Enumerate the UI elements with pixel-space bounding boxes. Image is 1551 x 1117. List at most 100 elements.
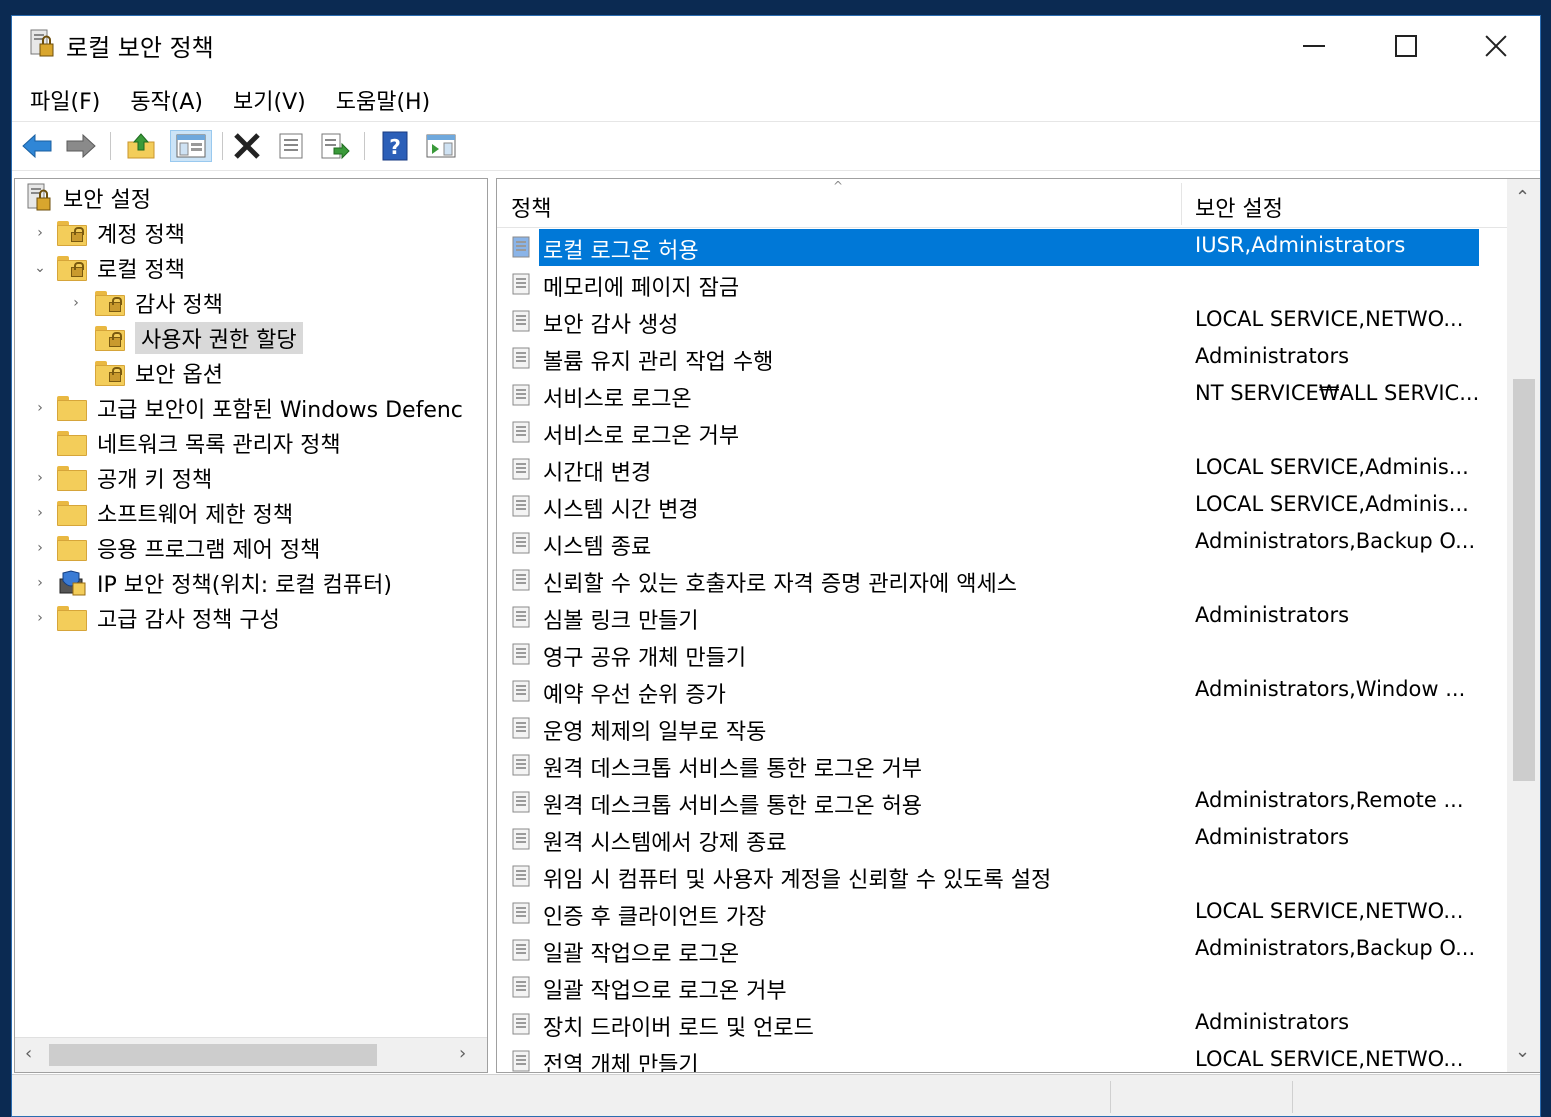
policy-name: 심볼 링크 만들기 bbox=[543, 609, 699, 634]
locked-folder-icon bbox=[57, 220, 87, 246]
scroll-right-icon[interactable]: › bbox=[459, 1043, 466, 1064]
policy-row[interactable]: 일괄 작업으로 로그온 거부 bbox=[497, 969, 1477, 1006]
tree-root-security-settings[interactable]: 보안 설정 bbox=[25, 181, 151, 215]
delete-button[interactable] bbox=[230, 130, 264, 162]
tree-item-label: 소프트웨어 제한 정책 bbox=[97, 503, 294, 528]
tree-horizontal-scrollbar[interactable]: ‹ › bbox=[15, 1037, 487, 1072]
properties-button[interactable] bbox=[274, 130, 308, 162]
policy-row[interactable]: 심볼 링크 만들기 Administrators bbox=[497, 599, 1477, 636]
tree-item-public-key-policies[interactable]: › 공개 키 정책 bbox=[31, 461, 212, 495]
chevron-right-icon[interactable]: › bbox=[31, 468, 49, 488]
policy-row[interactable]: 원격 데스크톱 서비스를 통한 로그온 허용 Administrators,Rem… bbox=[497, 784, 1477, 821]
policy-icon bbox=[512, 495, 530, 517]
policy-icon bbox=[512, 680, 530, 702]
policy-row[interactable]: 볼륨 유지 관리 작업 수행 Administrators bbox=[497, 340, 1477, 377]
close-button[interactable] bbox=[1450, 16, 1540, 76]
policy-row[interactable]: 시스템 시간 변경 LOCAL SERVICE,Adminis... bbox=[497, 488, 1477, 525]
up-one-level-button[interactable] bbox=[124, 130, 158, 162]
policy-row[interactable]: 메모리에 페이지 잠금 bbox=[497, 266, 1477, 303]
chevron-right-icon[interactable]: › bbox=[31, 398, 49, 418]
menu-file[interactable]: 파일(F) bbox=[30, 78, 100, 118]
policy-row[interactable]: 위임 시 컴퓨터 및 사용자 계정을 신뢰할 수 있도록 설정 bbox=[497, 858, 1477, 895]
tree-item-windows-defender-firewall[interactable]: › 고급 보안이 포함된 Windows Defenc bbox=[31, 391, 463, 425]
scrollbar-thumb[interactable] bbox=[1513, 379, 1535, 781]
policy-row[interactable]: 보안 감사 생성 LOCAL SERVICE,NETWO... bbox=[497, 303, 1477, 340]
tree-item-audit-policy[interactable]: › 감사 정책 bbox=[67, 286, 223, 320]
list-vertical-scrollbar[interactable]: ⌃ ⌄ bbox=[1507, 179, 1540, 1072]
close-icon bbox=[1484, 34, 1508, 58]
policy-icon bbox=[512, 828, 530, 850]
status-bar bbox=[12, 1074, 1540, 1116]
policy-row[interactable]: 운영 체제의 일부로 작동 bbox=[497, 710, 1477, 747]
chevron-right-icon[interactable]: › bbox=[31, 573, 49, 593]
folder-icon bbox=[57, 395, 87, 421]
security-policy-app-icon bbox=[30, 29, 54, 57]
back-button[interactable] bbox=[20, 130, 54, 162]
policy-row[interactable]: 예약 우선 순위 증가 Administrators,Window ... bbox=[497, 673, 1477, 710]
policy-row[interactable]: 신뢰할 수 있는 호출자로 자격 증명 관리자에 액세스 bbox=[497, 562, 1477, 599]
scroll-up-icon[interactable]: ⌃ bbox=[1515, 187, 1530, 208]
policy-name: 일괄 작업으로 로그온 bbox=[543, 942, 740, 967]
show-hide-console-tree-button[interactable] bbox=[170, 130, 212, 162]
delete-icon bbox=[234, 133, 260, 159]
chevron-right-icon[interactable]: › bbox=[31, 538, 49, 558]
policy-row[interactable]: 전역 개체 만들기 LOCAL SERVICE,NETWO... bbox=[497, 1043, 1477, 1072]
policy-row[interactable]: 일괄 작업으로 로그온 Administrators,Backup O... bbox=[497, 932, 1477, 969]
scrollbar-thumb[interactable] bbox=[49, 1044, 377, 1066]
forward-button[interactable] bbox=[64, 130, 98, 162]
policy-setting: IUSR,Administrators bbox=[1195, 233, 1406, 257]
console-tree-pane[interactable]: 보안 설정 › 계정 정책 ⌄ 로컬 정책 › 감사 정책 사용자 권한 할당 … bbox=[14, 178, 488, 1073]
policy-row[interactable]: 장치 드라이버 로드 및 언로드 Administrators bbox=[497, 1006, 1477, 1043]
menu-help[interactable]: 도움말(H) bbox=[336, 78, 430, 118]
export-list-button[interactable] bbox=[318, 130, 352, 162]
policy-setting: Administrators bbox=[1195, 1010, 1350, 1034]
column-divider[interactable] bbox=[1181, 183, 1182, 225]
tree-item-user-rights-assignment[interactable]: 사용자 권한 할당 bbox=[95, 321, 303, 355]
column-header-policy[interactable]: 정책 bbox=[511, 191, 551, 223]
chevron-right-icon[interactable]: › bbox=[67, 293, 85, 313]
policy-row[interactable]: 시간대 변경 LOCAL SERVICE,Adminis... bbox=[497, 451, 1477, 488]
menu-view[interactable]: 보기(V) bbox=[233, 78, 306, 118]
policy-row[interactable]: 원격 데스크톱 서비스를 통한 로그온 거부 bbox=[497, 747, 1477, 784]
policy-row[interactable]: 시스템 종료 Administrators,Backup O... bbox=[497, 525, 1477, 562]
chevron-right-icon[interactable]: › bbox=[31, 608, 49, 628]
policy-row[interactable]: 로컬 로그온 허용 IUSR,Administrators bbox=[497, 229, 1479, 266]
tree-item-local-policies[interactable]: ⌄ 로컬 정책 bbox=[31, 251, 185, 285]
tree-item-label: 계정 정책 bbox=[97, 223, 185, 248]
scroll-down-icon[interactable]: ⌄ bbox=[1515, 1041, 1530, 1062]
tree-item-application-control[interactable]: › 응용 프로그램 제어 정책 bbox=[31, 531, 320, 565]
column-header-security-setting[interactable]: 보안 설정 bbox=[1195, 191, 1283, 223]
chevron-down-icon[interactable]: ⌄ bbox=[31, 258, 49, 278]
tree-item-network-list-manager[interactable]: 네트워크 목록 관리자 정책 bbox=[31, 426, 341, 460]
policy-name: 장치 드라이버 로드 및 언로드 bbox=[543, 1016, 814, 1041]
tree-item-software-restriction[interactable]: › 소프트웨어 제한 정책 bbox=[31, 496, 293, 530]
policy-icon bbox=[512, 1050, 530, 1072]
properties-icon bbox=[279, 133, 303, 159]
scroll-left-icon[interactable]: ‹ bbox=[25, 1043, 32, 1064]
policy-name: 일괄 작업으로 로그온 거부 bbox=[543, 979, 787, 1004]
tree-item-label: IP 보안 정책(위치: 로컬 컴퓨터) bbox=[97, 573, 392, 598]
policy-row[interactable]: 원격 시스템에서 강제 종료 Administrators bbox=[497, 821, 1477, 858]
policy-list-pane[interactable]: ^ 정책 보안 설정 로컬 로그온 허용 IUSR,Administrators 메… bbox=[496, 178, 1540, 1073]
chevron-right-icon[interactable]: › bbox=[31, 503, 49, 523]
policy-name: 로컬 로그온 허용 bbox=[543, 239, 699, 264]
tree-item-ip-security[interactable]: › IP 보안 정책(위치: 로컬 컴퓨터) bbox=[31, 566, 392, 600]
tree-item-security-options[interactable]: 보안 옵션 bbox=[95, 356, 223, 390]
tree-item-advanced-audit[interactable]: › 고급 감사 정책 구성 bbox=[31, 601, 280, 635]
policy-name: 보안 감사 생성 bbox=[543, 313, 679, 338]
maximize-button[interactable] bbox=[1360, 16, 1452, 76]
policy-row[interactable]: 서비스로 로그온 NT SERVICE₩ALL SERVIC... bbox=[497, 377, 1479, 414]
policy-name: 시스템 종료 bbox=[543, 535, 652, 560]
show-hide-action-pane-button[interactable] bbox=[424, 130, 458, 162]
policy-name: 예약 우선 순위 증가 bbox=[543, 683, 726, 708]
menu-action[interactable]: 동작(A) bbox=[130, 78, 203, 118]
policy-row[interactable]: 서비스로 로그온 거부 bbox=[497, 414, 1477, 451]
title-bar[interactable]: 로컬 보안 정책 bbox=[12, 16, 1540, 76]
action-pane-icon bbox=[426, 134, 456, 158]
chevron-right-icon[interactable]: › bbox=[31, 223, 49, 243]
tree-item-account-policies[interactable]: › 계정 정책 bbox=[31, 216, 185, 250]
policy-row[interactable]: 영구 공유 개체 만들기 bbox=[497, 636, 1477, 673]
help-button[interactable]: ? bbox=[378, 130, 412, 162]
minimize-button[interactable] bbox=[1268, 16, 1360, 76]
policy-row[interactable]: 인증 후 클라이언트 가장 LOCAL SERVICE,NETWO... bbox=[497, 895, 1477, 932]
